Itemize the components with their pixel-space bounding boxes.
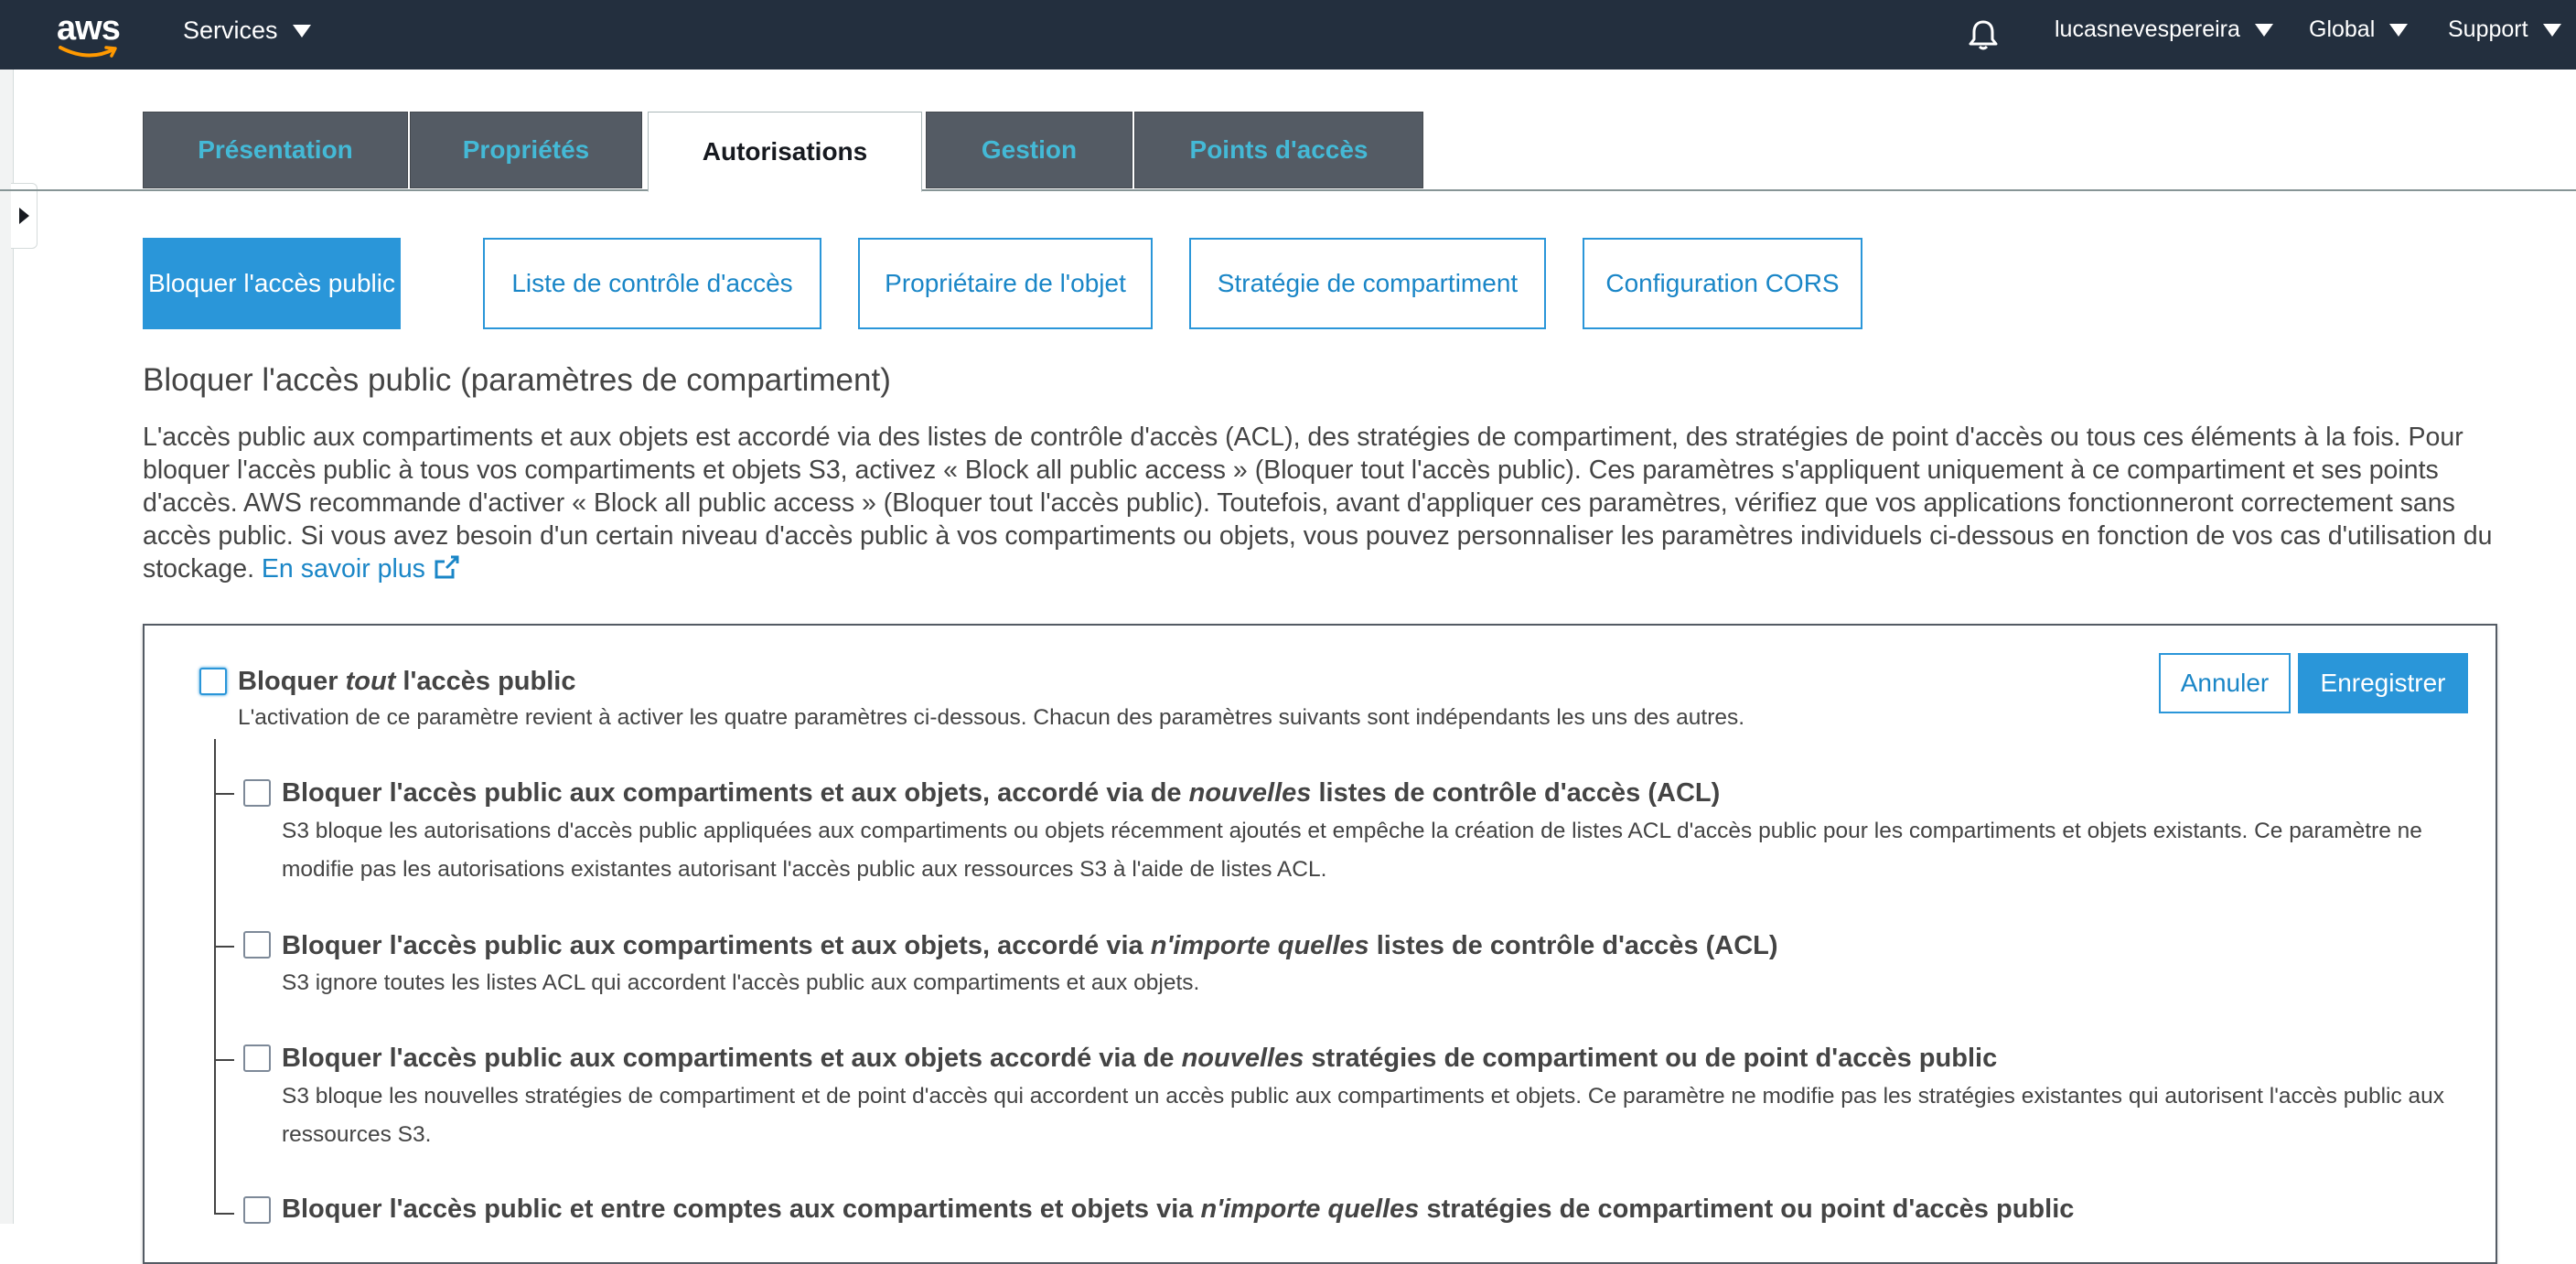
title-emphasis: n'importe quelles (1150, 931, 1369, 960)
subtab-label: Propriétaire de l'objet (885, 269, 1126, 297)
block-all-checkbox[interactable] (199, 668, 227, 695)
chevron-down-icon (2389, 23, 2409, 37)
save-label: Enregistrer (2320, 669, 2446, 697)
region-menu[interactable]: Global (2309, 16, 2409, 43)
chevron-down-icon (2542, 23, 2561, 37)
top-navigation-bar: aws Services lucasnevespereira Global Su… (0, 0, 2576, 70)
option-description: S3 bloque les nouvelles stratégies de co… (282, 1084, 2445, 1147)
block-all-description: L'activation de ce paramètre revient à a… (238, 705, 1745, 730)
description-text: L'accès public aux compartiments et aux … (143, 423, 2493, 584)
title-part: listes de contrôle d'accès (ACL) (1311, 778, 1721, 808)
tabs-divider (0, 189, 2576, 191)
option-title: Bloquer l'accès public et entre comptes … (282, 1194, 2074, 1225)
subtab-block-public-access[interactable]: Bloquer l'accès public (143, 238, 401, 329)
aws-logo[interactable]: aws (55, 9, 124, 60)
tab-label: Propriétés (462, 135, 590, 164)
subtab-cors[interactable]: Configuration CORS (1583, 238, 1862, 329)
block-all-title: Bloquer tout l'accès public (238, 667, 575, 697)
block-new-acl-checkbox[interactable] (243, 779, 271, 807)
user-label: lucasnevespereira (2055, 16, 2240, 42)
title-part: Bloquer l'accès public aux compartiments… (282, 778, 1189, 808)
subtab-label: Liste de contrôle d'accès (511, 269, 793, 297)
option-description: S3 bloque les autorisations d'accès publ… (282, 819, 2422, 882)
title-emphasis: tout (345, 667, 396, 696)
sidebar-toggle[interactable] (11, 183, 38, 249)
subtab-label: Configuration CORS (1605, 269, 1840, 297)
subtab-object-owner[interactable]: Propriétaire de l'objet (858, 238, 1153, 329)
services-menu[interactable]: Services (183, 16, 311, 45)
title-emphasis: nouvelles (1181, 1044, 1304, 1073)
chevron-right-icon (18, 208, 29, 224)
title-emphasis: nouvelles (1188, 778, 1312, 808)
region-label: Global (2309, 16, 2376, 42)
tree-branch (216, 1213, 234, 1215)
option-title: Bloquer l'accès public aux compartiments… (282, 1044, 1997, 1074)
tree-connector (214, 739, 216, 1215)
section-description: L'accès public aux compartiments et aux … (143, 421, 2503, 585)
tab-label: Présentation (198, 135, 353, 164)
tab-properties[interactable]: Propriétés (410, 112, 642, 188)
learn-more-label: En savoir plus (261, 554, 425, 584)
chevron-down-icon (2254, 23, 2273, 37)
title-part: stratégies de compartiment ou de point d… (1304, 1044, 1998, 1073)
tab-permissions[interactable]: Autorisations (648, 112, 922, 192)
option-title: Bloquer l'accès public aux compartiments… (282, 778, 1720, 809)
subtab-acl[interactable]: Liste de contrôle d'accès (483, 238, 821, 329)
title-emphasis: n'importe quelles (1200, 1194, 1420, 1224)
cancel-label: Annuler (2180, 669, 2270, 697)
title-part: l'accès public (395, 667, 576, 696)
option-description: S3 ignore toutes les listes ACL qui acco… (282, 970, 1200, 995)
support-menu[interactable]: Support (2448, 16, 2561, 43)
block-any-acl-checkbox[interactable] (243, 931, 271, 959)
subtab-label: Bloquer l'accès public (148, 269, 395, 297)
title-part: listes de contrôle d'accès (ACL) (1368, 931, 1778, 960)
title-part: stratégies de compartiment ou point d'ac… (1419, 1194, 2075, 1224)
title-part: Bloquer l'accès public aux compartiments… (282, 931, 1151, 960)
aws-logo-text: aws (57, 9, 121, 48)
tab-access-points[interactable]: Points d'accès (1134, 112, 1423, 188)
tree-branch (216, 1059, 234, 1061)
block-new-policy-checkbox[interactable] (243, 1044, 271, 1072)
external-link-icon (435, 555, 459, 579)
title-part: Bloquer l'accès public et entre comptes … (282, 1194, 1201, 1224)
tab-label: Gestion (981, 135, 1078, 164)
aws-smile-icon (59, 46, 117, 58)
tree-branch (216, 946, 234, 948)
learn-more-link[interactable]: En savoir plus (262, 554, 460, 584)
subtab-bucket-policy[interactable]: Stratégie de compartiment (1189, 238, 1546, 329)
bell-icon[interactable] (1965, 16, 2002, 58)
support-label: Support (2448, 16, 2528, 42)
tab-label: Autorisations (702, 137, 868, 166)
title-part: Bloquer (238, 667, 346, 696)
user-menu[interactable]: lucasnevespereira (2055, 16, 2273, 43)
tab-presentation[interactable]: Présentation (143, 112, 408, 188)
tab-label: Points d'accès (1189, 135, 1368, 164)
subtab-label: Stratégie de compartiment (1217, 269, 1519, 297)
block-any-policy-checkbox[interactable] (243, 1196, 271, 1224)
services-label: Services (183, 16, 278, 44)
cancel-button[interactable]: Annuler (2159, 653, 2291, 713)
save-button[interactable]: Enregistrer (2298, 653, 2468, 713)
chevron-down-icon (292, 24, 311, 37)
title-part: Bloquer l'accès public aux compartiments… (282, 1044, 1182, 1073)
tree-branch (216, 793, 234, 795)
tab-management[interactable]: Gestion (926, 112, 1132, 188)
section-title: Bloquer l'accès public (paramètres de co… (143, 362, 891, 398)
option-title: Bloquer l'accès public aux compartiments… (282, 931, 1778, 961)
